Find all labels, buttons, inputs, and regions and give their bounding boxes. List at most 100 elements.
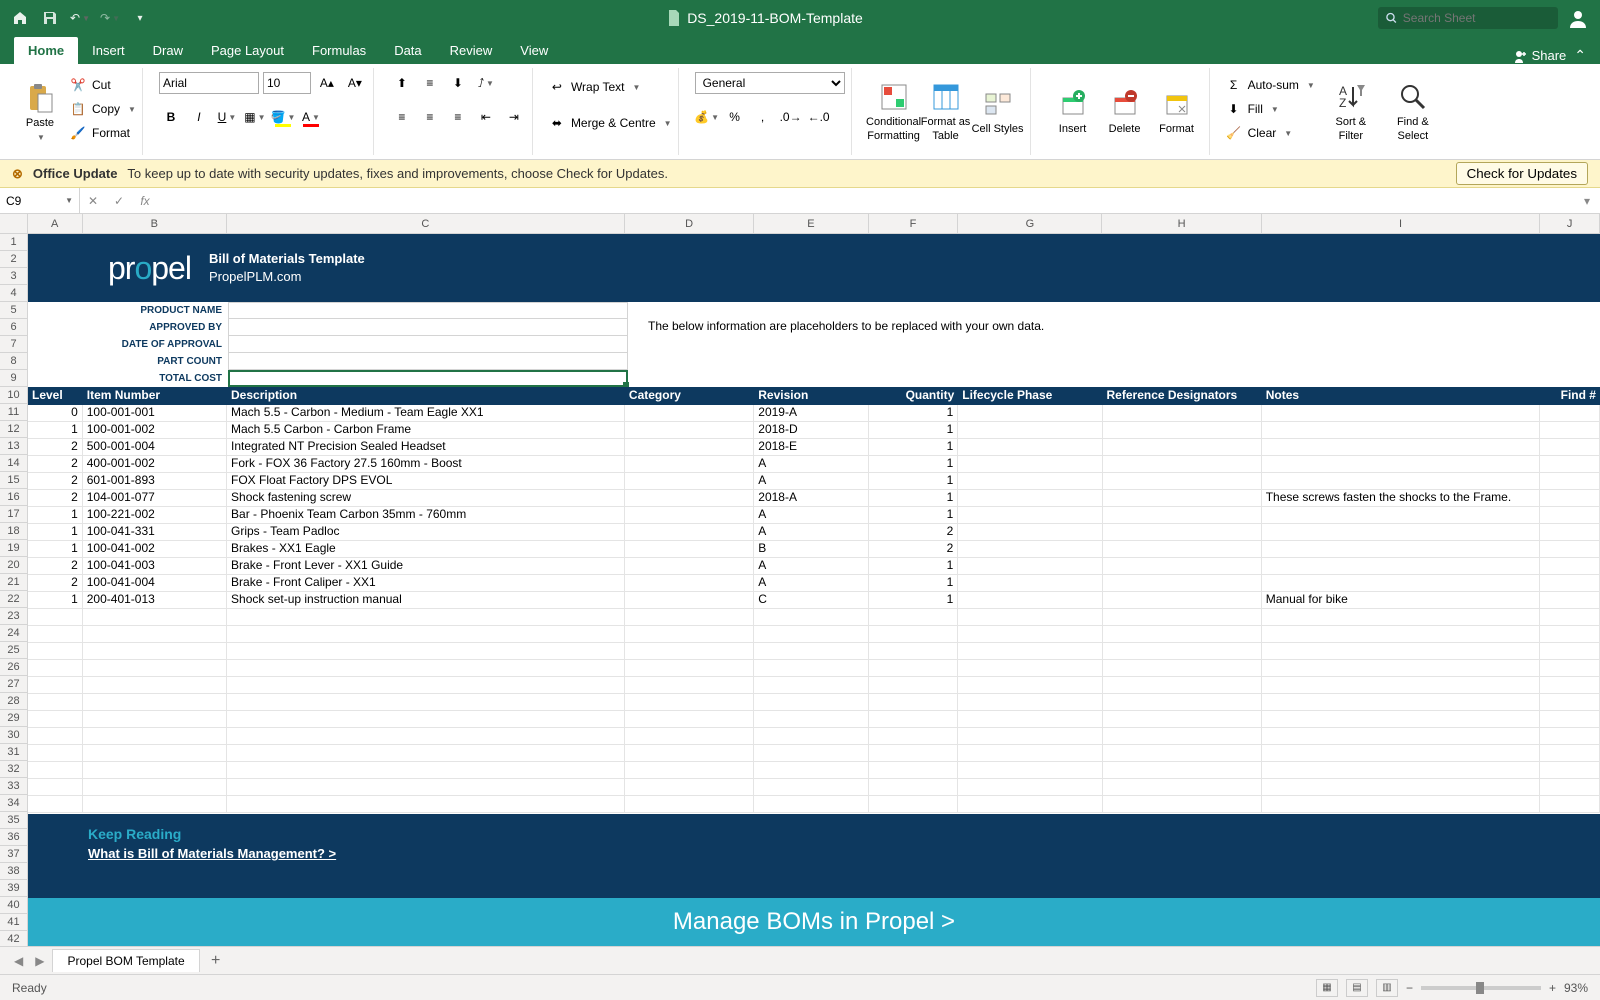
col-header[interactable]: E bbox=[754, 214, 868, 233]
normal-view-button[interactable]: ▦ bbox=[1316, 979, 1338, 997]
copy-button[interactable]: 📋Copy▼ bbox=[70, 98, 136, 120]
empty-row[interactable] bbox=[28, 643, 1600, 660]
row-header[interactable]: 15 bbox=[0, 472, 27, 489]
italic-button[interactable]: I bbox=[187, 105, 211, 129]
empty-rows[interactable] bbox=[28, 609, 1600, 813]
cancel-formula-icon[interactable]: ✕ bbox=[80, 194, 106, 208]
row-header[interactable]: 42 bbox=[0, 931, 27, 946]
empty-row[interactable] bbox=[28, 762, 1600, 779]
row-header[interactable]: 28 bbox=[0, 693, 27, 710]
delete-cells-button[interactable]: Delete bbox=[1099, 70, 1151, 154]
row-header[interactable]: 25 bbox=[0, 642, 27, 659]
row-header[interactable]: 3 bbox=[0, 268, 27, 285]
tab-formulas[interactable]: Formulas bbox=[298, 37, 380, 64]
comma-button[interactable]: , bbox=[751, 105, 775, 129]
save-icon[interactable] bbox=[38, 6, 62, 30]
fill-color-button[interactable]: 🪣▼ bbox=[271, 105, 295, 129]
table-row[interactable]: 1100-041-002Brakes - XX1 EagleB2 bbox=[28, 541, 1600, 558]
table-row[interactable]: 2104-001-077Shock fastening screw2018-A1… bbox=[28, 490, 1600, 507]
empty-row[interactable] bbox=[28, 745, 1600, 762]
row-header[interactable]: 27 bbox=[0, 676, 27, 693]
page-break-view-button[interactable]: ▥ bbox=[1376, 979, 1398, 997]
row-header[interactable]: 8 bbox=[0, 353, 27, 370]
row-header[interactable]: 14 bbox=[0, 455, 27, 472]
autosum-button[interactable]: ΣAuto-sum▼ bbox=[1226, 74, 1315, 96]
table-row[interactable]: 2601-001-893FOX Float Factory DPS EVOLA1 bbox=[28, 473, 1600, 490]
bom-table-body[interactable]: 0100-001-001Mach 5.5 - Carbon - Medium -… bbox=[28, 405, 1600, 609]
user-icon[interactable] bbox=[1568, 8, 1592, 28]
alert-close-icon[interactable]: ⊗ bbox=[12, 166, 23, 182]
format-cells-button[interactable]: Format bbox=[1151, 70, 1203, 154]
font-size-combo[interactable] bbox=[263, 72, 311, 94]
fill-button[interactable]: ⬇Fill▼ bbox=[1226, 98, 1315, 120]
row-header[interactable]: 13 bbox=[0, 438, 27, 455]
format-as-table-button[interactable]: Format as Table bbox=[920, 70, 972, 154]
align-left-button[interactable]: ≡ bbox=[390, 105, 414, 129]
meta-value[interactable] bbox=[228, 336, 628, 353]
increase-indent-button[interactable]: ⇥ bbox=[502, 105, 526, 129]
meta-value[interactable] bbox=[228, 370, 628, 387]
row-header[interactable]: 5 bbox=[0, 302, 27, 319]
zoom-in-button[interactable]: + bbox=[1549, 981, 1556, 995]
row-header[interactable]: 6 bbox=[0, 319, 27, 336]
decrease-indent-button[interactable]: ⇤ bbox=[474, 105, 498, 129]
align-bottom-button[interactable]: ⬇ bbox=[446, 71, 470, 95]
accept-formula-icon[interactable]: ✓ bbox=[106, 194, 132, 208]
tab-data[interactable]: Data bbox=[380, 37, 435, 64]
name-box[interactable]: C9▼ bbox=[0, 188, 80, 213]
align-right-button[interactable]: ≡ bbox=[446, 105, 470, 129]
fx-icon[interactable]: fx bbox=[132, 194, 158, 208]
increase-decimal-button[interactable]: .0→ bbox=[779, 105, 803, 129]
table-row[interactable]: 2400-001-002Fork - FOX 36 Factory 27.5 1… bbox=[28, 456, 1600, 473]
cta-banner[interactable]: Manage BOMs in Propel > bbox=[28, 898, 1600, 946]
row-header[interactable]: 32 bbox=[0, 761, 27, 778]
font-color-button[interactable]: A▼ bbox=[299, 105, 323, 129]
meta-value[interactable] bbox=[228, 319, 628, 336]
col-header[interactable]: F bbox=[869, 214, 959, 233]
tab-page-layout[interactable]: Page Layout bbox=[197, 37, 298, 64]
insert-cells-button[interactable]: Insert bbox=[1047, 70, 1099, 154]
expand-formula-icon[interactable]: ▾ bbox=[1574, 194, 1600, 208]
table-row[interactable]: 2100-041-004Brake - Front Caliper - XX1A… bbox=[28, 575, 1600, 592]
keep-reading-link[interactable]: What is Bill of Materials Management? > bbox=[88, 846, 336, 861]
row-header[interactable]: 1 bbox=[0, 234, 27, 251]
font-name-combo[interactable] bbox=[159, 72, 259, 94]
row-header[interactable]: 20 bbox=[0, 557, 27, 574]
row-header[interactable]: 23 bbox=[0, 608, 27, 625]
row-header[interactable]: 29 bbox=[0, 710, 27, 727]
border-button[interactable]: ▦▼ bbox=[243, 105, 267, 129]
cut-button[interactable]: ✂️Cut bbox=[70, 74, 136, 96]
orientation-button[interactable]: ⭜▼ bbox=[474, 71, 498, 95]
row-header[interactable]: 12 bbox=[0, 421, 27, 438]
row-header[interactable]: 33 bbox=[0, 778, 27, 795]
qat-customize-icon[interactable]: ▾ bbox=[128, 6, 152, 30]
table-row[interactable]: 2100-041-003Brake - Front Lever - XX1 Gu… bbox=[28, 558, 1600, 575]
row-header[interactable]: 17 bbox=[0, 506, 27, 523]
row-header[interactable]: 40 bbox=[0, 897, 27, 914]
undo-icon[interactable]: ↶▼ bbox=[68, 6, 92, 30]
tab-insert[interactable]: Insert bbox=[78, 37, 139, 64]
empty-row[interactable] bbox=[28, 660, 1600, 677]
table-row[interactable]: 1100-041-331Grips - Team PadlocA2 bbox=[28, 524, 1600, 541]
zoom-slider[interactable] bbox=[1421, 986, 1541, 990]
row-header[interactable]: 2 bbox=[0, 251, 27, 268]
row-header[interactable]: 16 bbox=[0, 489, 27, 506]
empty-row[interactable] bbox=[28, 694, 1600, 711]
tab-home[interactable]: Home bbox=[14, 37, 78, 64]
tab-draw[interactable]: Draw bbox=[139, 37, 197, 64]
sheet-nav-next-icon[interactable]: ▶ bbox=[31, 954, 48, 968]
merge-centre-button[interactable]: ⬌Merge & Centre▼ bbox=[549, 112, 672, 134]
select-all-corner[interactable] bbox=[0, 214, 28, 233]
col-header[interactable]: A bbox=[28, 214, 83, 233]
empty-row[interactable] bbox=[28, 796, 1600, 813]
row-header[interactable]: 26 bbox=[0, 659, 27, 676]
collapse-ribbon-icon[interactable]: ⌃ bbox=[1574, 47, 1586, 64]
row-header[interactable]: 10 bbox=[0, 387, 27, 404]
cell-styles-button[interactable]: Cell Styles bbox=[972, 70, 1024, 154]
table-row[interactable]: 1100-221-002Bar - Phoenix Team Carbon 35… bbox=[28, 507, 1600, 524]
check-updates-button[interactable]: Check for Updates bbox=[1456, 162, 1588, 185]
col-header[interactable]: I bbox=[1262, 214, 1541, 233]
find-select-button[interactable]: Find & Select bbox=[1387, 70, 1439, 154]
row-header[interactable]: 4 bbox=[0, 285, 27, 302]
add-sheet-button[interactable]: + bbox=[204, 952, 228, 970]
